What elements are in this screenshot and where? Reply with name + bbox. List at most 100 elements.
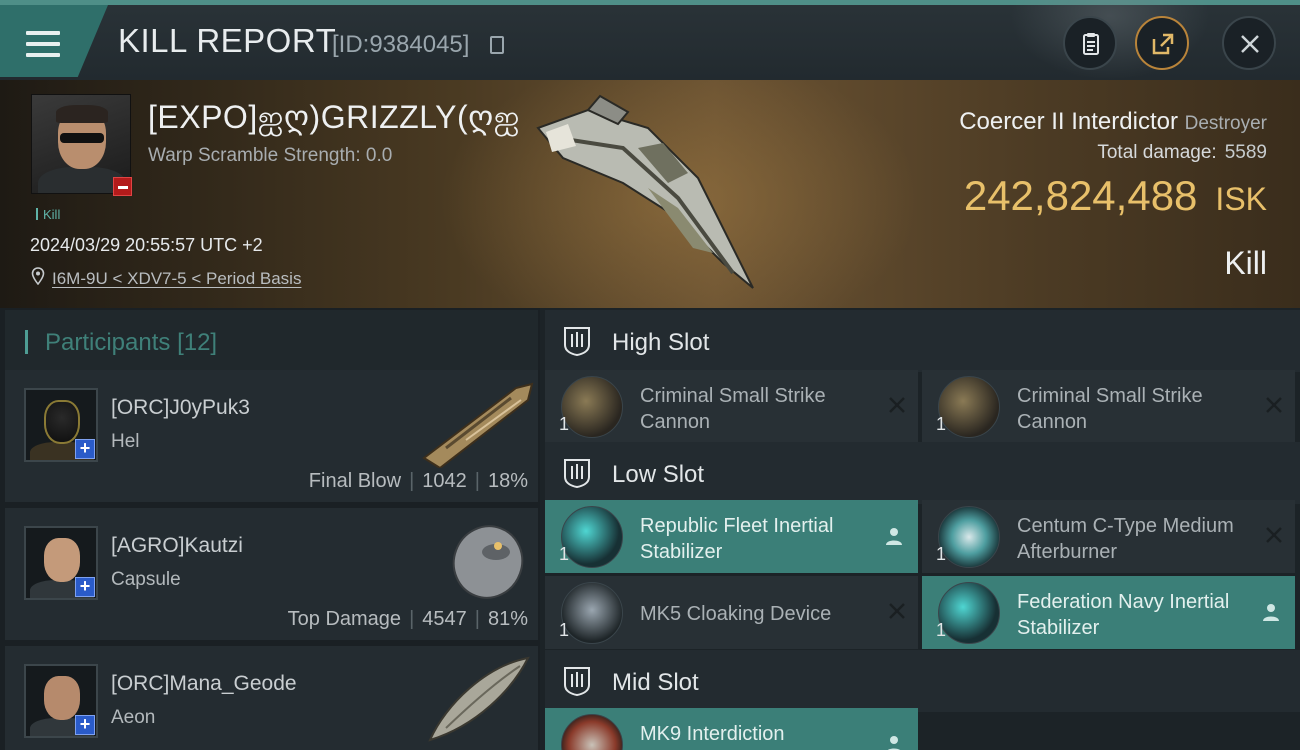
inertial-stabilizer-icon <box>938 582 1000 644</box>
participant-standing-badge: + <box>75 577 95 597</box>
destroyed-x-icon <box>1266 397 1282 413</box>
dropped-person-icon <box>888 736 900 750</box>
isk-value: 242,824,488 ISK <box>964 172 1267 220</box>
total-damage-value: 5589 <box>1224 142 1267 163</box>
kill-location-link[interactable]: I6M-9U < XDV7-5 < Period Basis <box>52 269 301 289</box>
share-external-icon <box>1152 33 1174 55</box>
module-quantity: 1 <box>559 414 570 434</box>
module-name: Criminal Small Strike Cannon <box>640 385 826 433</box>
clipboard-icon <box>1083 33 1099 55</box>
participant-damage-percent: 18% <box>487 470 528 492</box>
module-item[interactable]: 1 Centum C-Type Medium Afterburner <box>922 500 1295 573</box>
dropped-person-icon <box>1263 604 1279 621</box>
location-pin-icon <box>31 267 45 285</box>
kill-tag: Kill <box>36 207 60 222</box>
participant-name: [AGRO]Kautzi <box>111 534 243 557</box>
module-name: Federation Navy Inertial Stabilizer <box>1017 591 1230 639</box>
page-title: KILL REPORT <box>118 22 337 59</box>
mid-slot-header: Mid Slot <box>545 650 1300 712</box>
module-name: MK9 Interdiction <box>640 723 785 745</box>
mid-slot-label: Mid Slot <box>612 669 699 696</box>
participant-standing-badge: + <box>75 439 95 459</box>
participants-title-text: Participants <box>45 329 171 356</box>
copy-id-icon[interactable] <box>490 36 504 54</box>
header-bar: KILL REPORT [ID:9384045] <box>0 0 1300 80</box>
module-name: Centum C-Type Medium Afterburner <box>1017 515 1234 563</box>
total-damage-label: Total damage: <box>1097 142 1217 163</box>
module-item[interactable]: MK9 Interdiction <box>545 708 918 750</box>
high-slot-label: High Slot <box>612 329 710 356</box>
close-icon <box>1241 35 1259 53</box>
participant-ship: Capsule <box>111 569 181 590</box>
module-item[interactable]: 1 Criminal Small Strike Cannon <box>545 370 918 443</box>
module-item[interactable]: 1 Republic Fleet Inertial Stabilizer <box>545 500 918 573</box>
high-slot-icon <box>564 327 590 357</box>
participant-stats: Final Blow | 1042 | 18% <box>308 470 528 492</box>
participant-ship-image <box>428 656 530 742</box>
module-name: Criminal Small Strike Cannon <box>1017 385 1203 433</box>
afterburner-icon <box>938 506 1000 568</box>
low-slot-icon <box>564 459 590 489</box>
participant-name: [ORC]J0yPuk3 <box>111 396 250 419</box>
isk-unit: ISK <box>1215 181 1267 217</box>
close-button[interactable] <box>1222 16 1276 70</box>
participant-card[interactable]: + [ORC]J0yPuk3 Hel Final Blow | 1042 | 18% <box>5 370 538 502</box>
share-button[interactable] <box>1135 16 1189 70</box>
participant-standing-badge: + <box>75 715 95 735</box>
kill-datetime: 2024/03/29 20:55:57 UTC +2 <box>30 235 263 255</box>
participant-ship: Hel <box>111 431 140 452</box>
small-strike-cannon-icon <box>938 376 1000 438</box>
participant-damage-percent: 81% <box>487 608 528 630</box>
module-item[interactable]: 1 MK5 Cloaking Device <box>545 576 918 649</box>
participants-panel: Participants [12] + [ORC]J0yPuk3 Hel Fin… <box>0 308 540 750</box>
participant-card[interactable]: + [AGRO]Kautzi Capsule Top Damage | 4547 | 8… <box>5 508 538 640</box>
clipboard-button[interactable] <box>1063 16 1117 70</box>
module-quantity: 1 <box>936 414 947 434</box>
participant-ship-image <box>422 382 534 468</box>
small-strike-cannon-icon <box>561 376 623 438</box>
low-slot-header: Low Slot <box>545 442 1300 504</box>
module-quantity: 1 <box>936 544 947 564</box>
module-name: Republic Fleet Inertial Stabilizer <box>640 515 834 563</box>
participants-accent-bar <box>25 330 28 354</box>
low-slot-label: Low Slot <box>612 461 705 488</box>
victim-ship-image <box>536 94 754 289</box>
total-damage: Total damage: 5589 <box>1097 142 1267 164</box>
result-label: Kill <box>1224 245 1267 281</box>
menu-button[interactable] <box>0 5 108 77</box>
ship-name: Coercer II Interdictor <box>959 108 1178 135</box>
ship-class: Destroyer <box>1184 113 1267 134</box>
destroyed-x-icon <box>889 397 905 413</box>
participant-role: Final Blow <box>308 470 402 492</box>
module-quantity: 1 <box>936 620 947 640</box>
victim-banner: [EXPO]ஐღ)GRIZZLY(ღஐ Warp Scramble Streng… <box>0 80 1300 308</box>
participant-role: Top Damage <box>287 608 402 630</box>
participant-ship: Aeon <box>111 707 156 728</box>
victim-standing-badge <box>113 177 132 196</box>
module-quantity: 1 <box>559 620 570 640</box>
participants-title: Participants [12] <box>45 329 217 357</box>
interdiction-sphere-icon <box>561 714 623 750</box>
isk-amount: 242,824,488 <box>963 172 1198 219</box>
fittings-panel: High Slot 1 Criminal Small Strike Cannon… <box>540 308 1300 750</box>
report-id: [ID:9384045] <box>332 31 470 58</box>
participants-header: Participants [12] <box>5 310 538 370</box>
ship-type[interactable]: Coercer II Interdictor Destroyer <box>959 108 1267 136</box>
module-item[interactable]: 1 Criminal Small Strike Cannon <box>922 370 1295 443</box>
inertial-stabilizer-icon <box>561 506 623 568</box>
module-name: MK5 Cloaking Device <box>640 603 832 625</box>
high-slot-header: High Slot <box>545 310 1300 372</box>
hamburger-menu-icon <box>26 31 60 57</box>
module-item[interactable]: 1 Federation Navy Inertial Stabilizer <box>922 576 1295 649</box>
cloaking-device-icon <box>561 582 623 644</box>
participant-damage: 1042 <box>422 470 467 492</box>
participant-card[interactable]: + [ORC]Mana_Geode Aeon <box>5 646 538 750</box>
destroyed-x-icon <box>1266 527 1282 543</box>
participant-ship-image <box>452 525 524 599</box>
participant-damage: 4547 <box>422 608 467 630</box>
victim-name[interactable]: [EXPO]ஐღ)GRIZZLY(ღஐ <box>148 98 520 140</box>
participant-stats: Top Damage | 4547 | 81% <box>287 608 528 630</box>
module-quantity: 1 <box>559 544 570 564</box>
participants-count: [12] <box>177 329 218 356</box>
warp-scramble-strength: Warp Scramble Strength: 0.0 <box>148 145 393 166</box>
